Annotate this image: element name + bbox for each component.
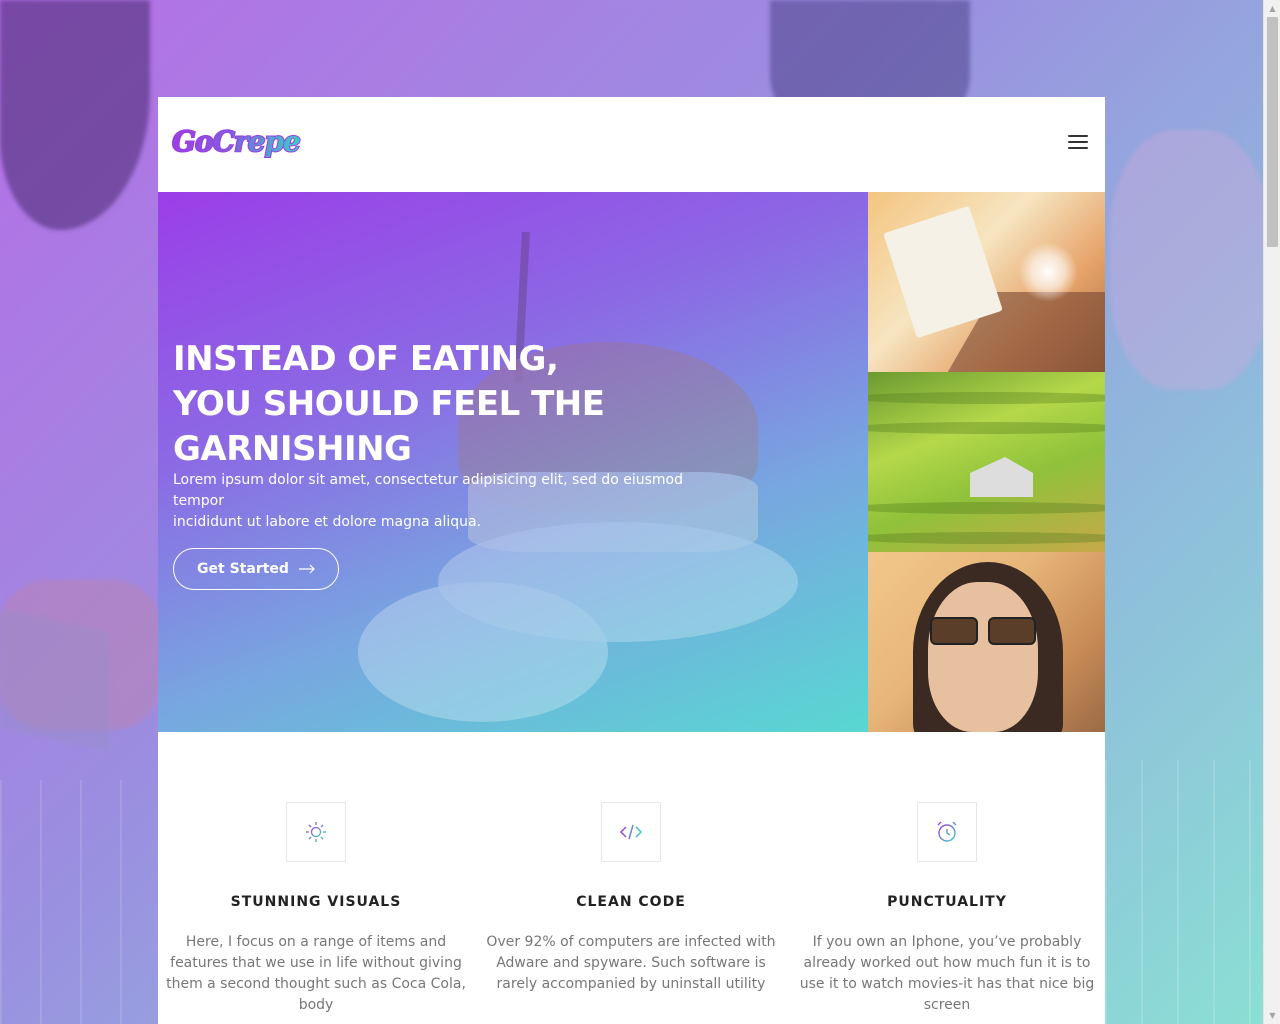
sun-icon <box>286 802 346 862</box>
hero-gallery <box>868 192 1105 732</box>
site-header: GoCrepe GoCrepe <box>158 97 1105 192</box>
background-photo-floor-right <box>1105 760 1265 1024</box>
feature-text: If you own an Iphone, you’ve probably al… <box>799 934 1095 1013</box>
get-started-label: Get Started <box>197 561 289 577</box>
background-photo-person-left <box>0 0 150 230</box>
page-container: GoCrepe GoCrepe INSTEAD OF EATING, YOU S… <box>158 97 1105 1024</box>
hero-title: INSTEAD OF EATING, YOU SHOULD FEEL THE G… <box>173 339 605 469</box>
logo-text: GoCrepe <box>172 125 301 158</box>
background-photo-floor-left <box>0 780 160 1024</box>
feature-title: CLEAN CODE <box>576 894 686 910</box>
feature-title: STUNNING VISUALS <box>230 894 402 910</box>
hero-banner: INSTEAD OF EATING, YOU SHOULD FEEL THE G… <box>158 192 868 732</box>
background-photo-laptop <box>0 608 110 752</box>
feature-text: Over 92% of computers are infected with … <box>486 934 776 992</box>
feature-title: PUNCTUALITY <box>887 894 1007 910</box>
page-scrollbar[interactable]: ▲ ▼ <box>1263 0 1280 1024</box>
features-section: STUNNING VISUALS Here, I focus on a rang… <box>158 732 1105 1024</box>
scroll-thumb[interactable] <box>1267 17 1278 247</box>
scroll-down-arrow-icon[interactable]: ▼ <box>1264 1007 1280 1024</box>
code-icon <box>601 802 661 862</box>
hero-description: Lorem ipsum dolor sit amet, consectetur … <box>173 472 683 530</box>
get-started-button[interactable]: Get Started <box>173 548 339 590</box>
alarm-clock-icon <box>917 802 977 862</box>
gallery-image-rice-terraces <box>868 372 1105 552</box>
gallery-image-woman-sunglasses <box>868 552 1105 732</box>
arrow-right-icon <box>298 564 315 574</box>
feature-text: Here, I focus on a range of items and fe… <box>166 934 466 1013</box>
scroll-up-arrow-icon[interactable]: ▲ <box>1264 0 1280 17</box>
site-logo[interactable]: GoCrepe GoCrepe <box>171 123 302 167</box>
background-photo-face <box>1110 130 1270 390</box>
hamburger-menu-icon[interactable] <box>1068 135 1088 151</box>
gallery-image-travel-map <box>868 192 1105 372</box>
